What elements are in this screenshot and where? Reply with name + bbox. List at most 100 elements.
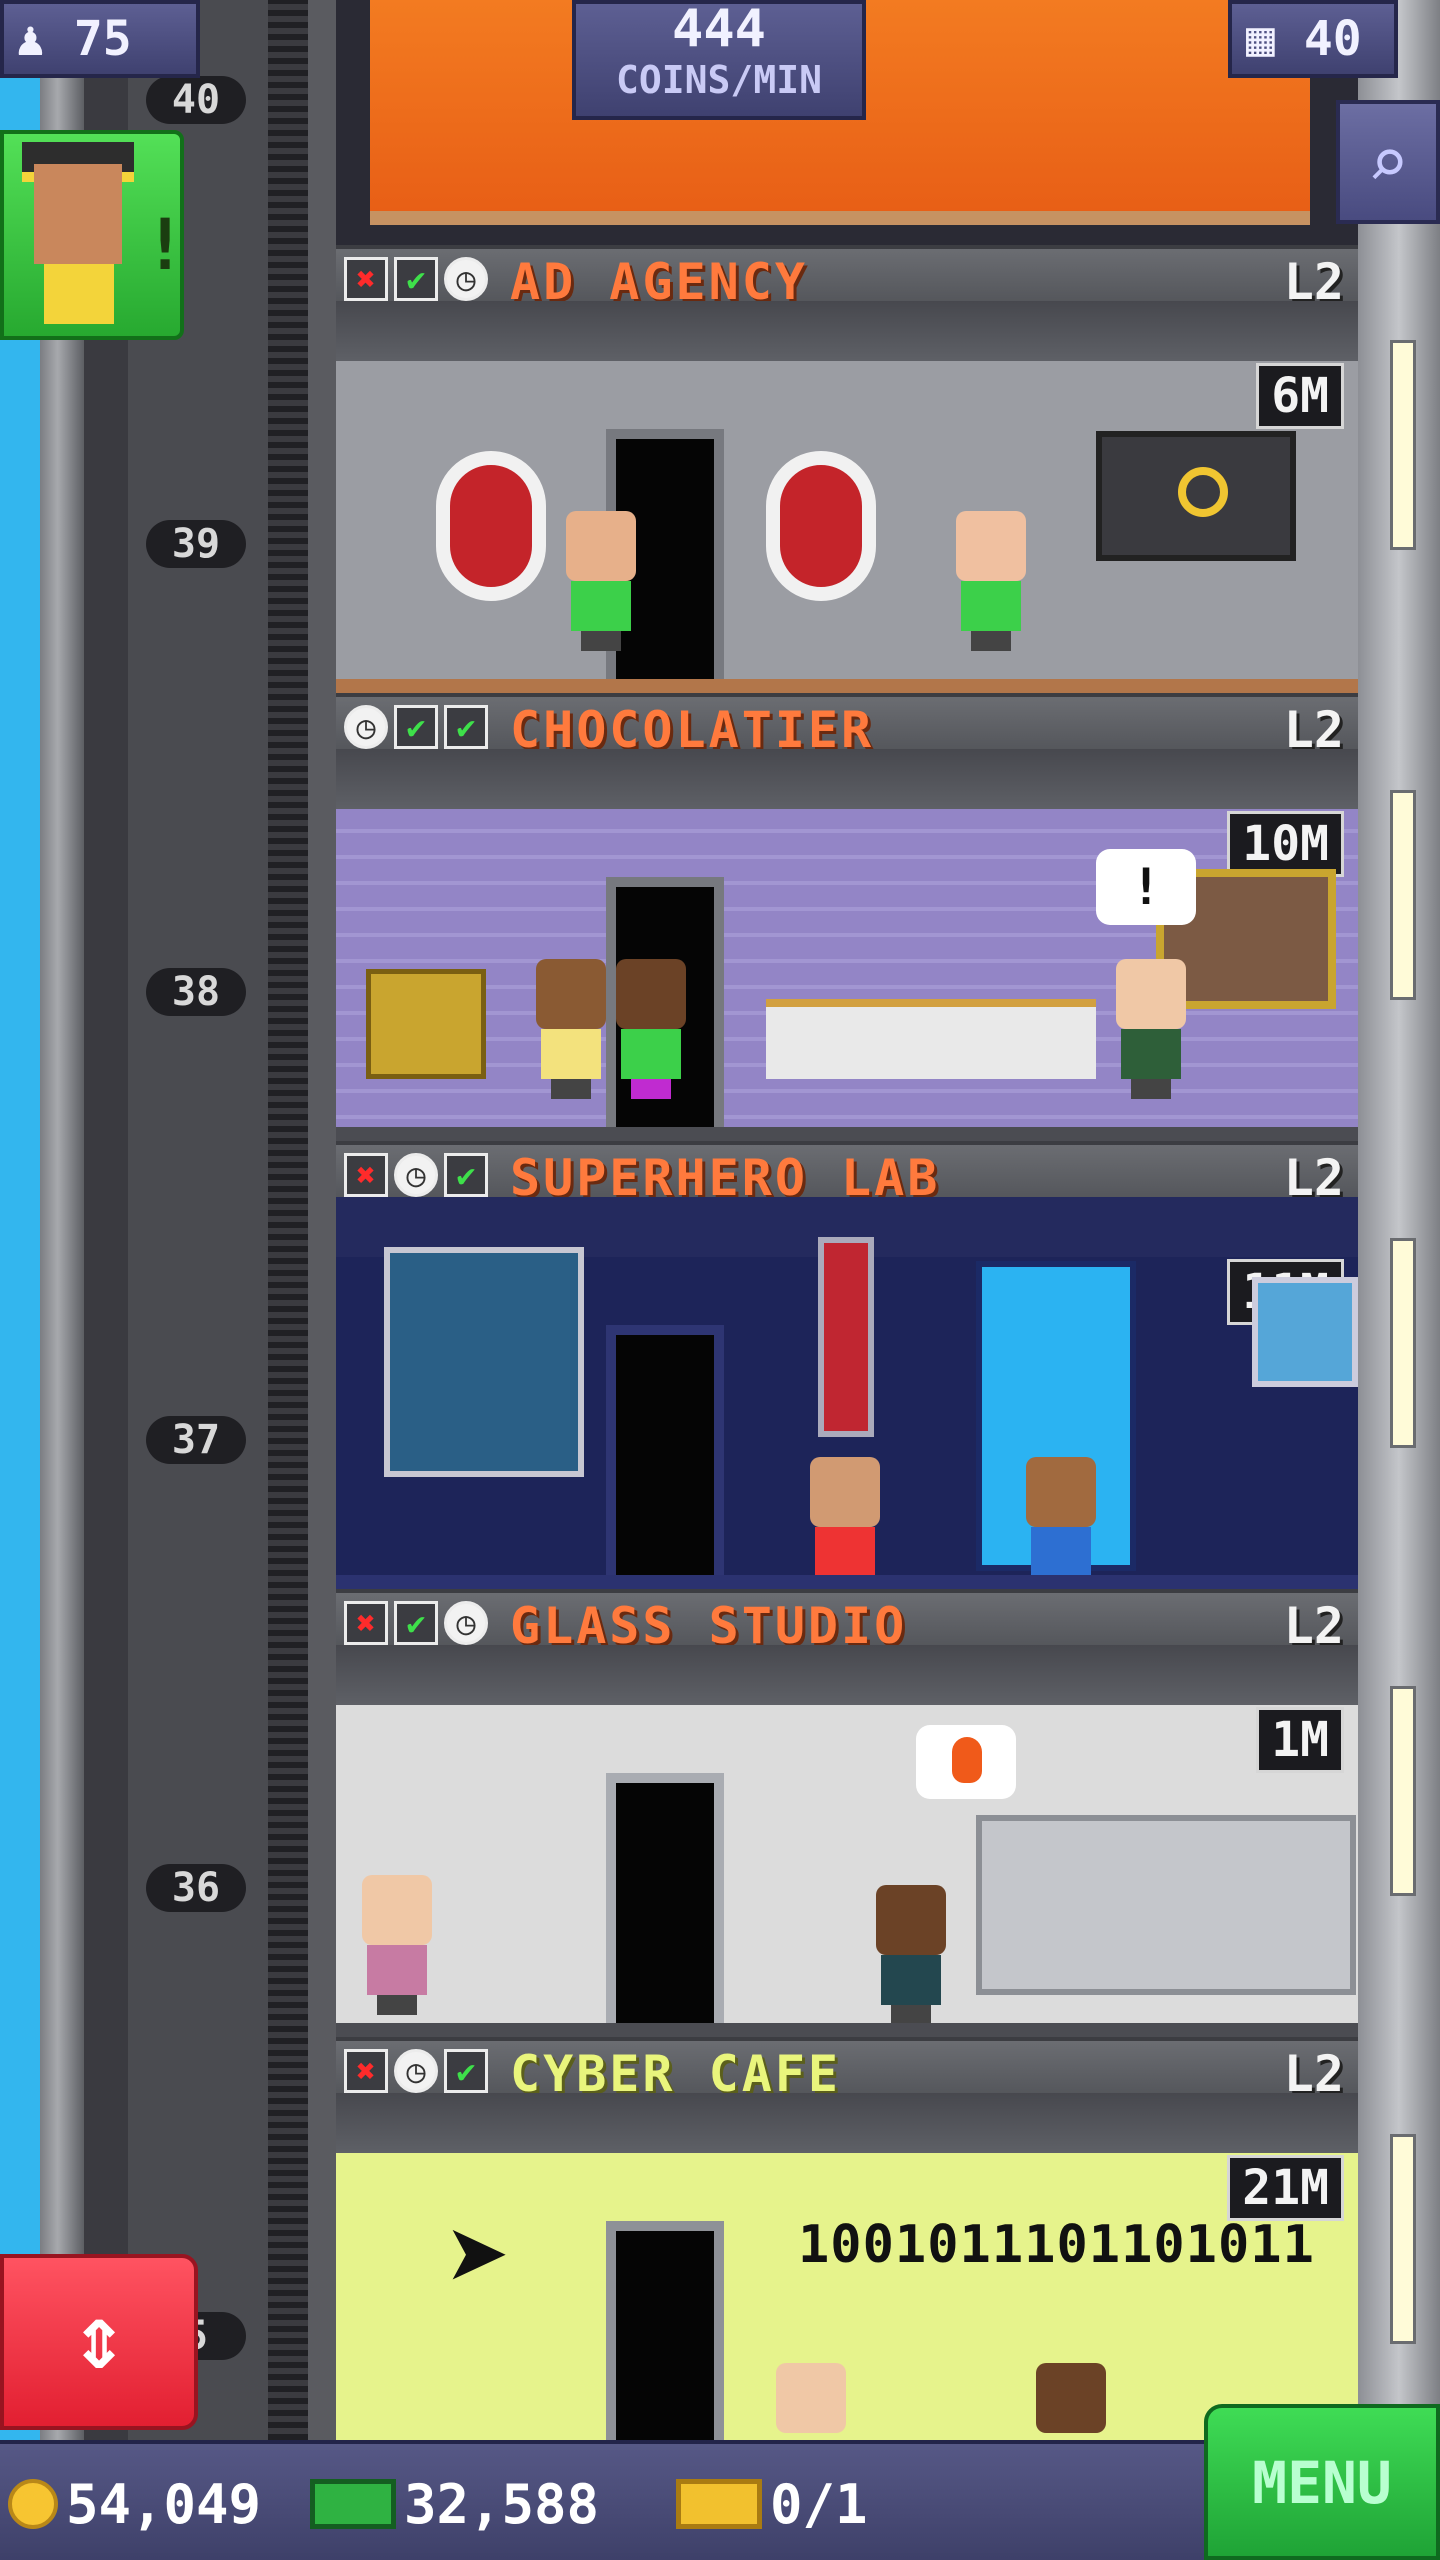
check-icon: ✔ bbox=[394, 257, 438, 301]
bitizen[interactable] bbox=[956, 511, 1026, 651]
floor-superhero-lab[interactable]: ✖ ◷ ✔ SUPERHERO LAB L2 11M bbox=[336, 1141, 1358, 1597]
exclamation-icon: ! bbox=[144, 204, 187, 286]
floor-base bbox=[336, 2023, 1358, 2037]
vase-icon bbox=[952, 1737, 982, 1783]
shaft-floor-number: 38 bbox=[146, 968, 246, 1016]
door bbox=[606, 1773, 724, 2023]
clock-icon: ◷ bbox=[444, 1601, 488, 1645]
floor-room[interactable]: 21M ➤ 1001011101101011 bbox=[336, 2093, 1358, 2471]
bitizen[interactable] bbox=[536, 959, 606, 1099]
clock-icon: ◷ bbox=[394, 2049, 438, 2093]
floor-money: 21M bbox=[1227, 2155, 1344, 2221]
floor-ad-agency[interactable]: ✖ ✔ ◷ AD AGENCY L2 6M bbox=[336, 245, 1358, 693]
egg-chair bbox=[436, 451, 546, 601]
floor-room[interactable]: 6M bbox=[336, 301, 1358, 693]
status-icons: ✖ ◷ ✔ bbox=[344, 2049, 488, 2093]
coins-per-min-value: 444 bbox=[672, 0, 766, 59]
building-icon: ▦ bbox=[1246, 11, 1275, 67]
coins-value: 54,049 bbox=[66, 2472, 262, 2536]
hologram-screen bbox=[384, 1247, 584, 1477]
floor-base bbox=[336, 1127, 1358, 1141]
check-icon: ✔ bbox=[394, 1601, 438, 1645]
magnifier-icon: ⌕ bbox=[1366, 122, 1410, 204]
bitizen[interactable] bbox=[1116, 959, 1186, 1099]
tickets-display[interactable]: 0/1 bbox=[676, 2466, 868, 2542]
elevator-car-track bbox=[128, 0, 268, 2440]
glass-shelves bbox=[976, 1815, 1356, 1995]
bitizen[interactable] bbox=[362, 1875, 432, 2015]
sky bbox=[0, 0, 40, 2440]
coins-per-min-panel[interactable]: 444 COINS/MIN bbox=[572, 0, 866, 120]
clock-icon: ◷ bbox=[344, 705, 388, 749]
coins-display[interactable]: 54,049 bbox=[8, 2466, 261, 2542]
shaft-floor-number: 39 bbox=[146, 520, 246, 568]
game-screen: { "hud": { "population": "75", "coins_pe… bbox=[0, 0, 1440, 2560]
search-button[interactable]: ⌕ bbox=[1336, 100, 1440, 224]
floor-header: ◷ ✔ ✔ CHOCOLATIER L2 bbox=[336, 693, 1358, 759]
ceiling bbox=[336, 2093, 1358, 2153]
door bbox=[606, 2221, 724, 2471]
x-icon: ✖ bbox=[344, 257, 388, 301]
check-icon: ✔ bbox=[394, 705, 438, 749]
window bbox=[1390, 790, 1416, 1000]
chocolate-pot bbox=[366, 969, 486, 1079]
bitizen-notification-button[interactable]: ! bbox=[0, 130, 187, 340]
tickets-value: 0/1 bbox=[770, 2472, 868, 2536]
floor-header: ✖ ✔ ◷ GLASS STUDIO L2 bbox=[336, 1589, 1358, 1655]
shaft-floor-number: 37 bbox=[146, 1416, 246, 1464]
floor-counter[interactable]: ▦ 40 bbox=[1228, 0, 1398, 78]
ticket-icon bbox=[676, 2479, 762, 2529]
window bbox=[1390, 1686, 1416, 1896]
world-map bbox=[1252, 1277, 1358, 1387]
bitizen[interactable] bbox=[566, 511, 636, 651]
check-icon: ✔ bbox=[444, 705, 488, 749]
bux-display[interactable]: 32,588 bbox=[310, 2466, 599, 2542]
bitizen[interactable] bbox=[776, 2363, 846, 2433]
cursor-icon: ➤ bbox=[446, 2193, 513, 2321]
door bbox=[606, 1325, 724, 1575]
bitizen[interactable] bbox=[1036, 2363, 1106, 2433]
floor-base bbox=[336, 679, 1358, 693]
floor-room[interactable]: 11M bbox=[336, 1197, 1358, 1597]
bitizen[interactable] bbox=[616, 959, 686, 1099]
floor-header: ✖ ◷ ✔ SUPERHERO LAB L2 bbox=[336, 1141, 1358, 1207]
alert-bubble[interactable]: ! bbox=[1096, 849, 1196, 925]
menu-button[interactable]: MENU bbox=[1204, 2404, 1440, 2560]
x-icon: ✖ bbox=[344, 1153, 388, 1197]
floor-base bbox=[336, 1575, 1358, 1589]
shaft-edge bbox=[308, 0, 336, 2440]
ceiling bbox=[336, 749, 1358, 809]
status-icons: ✖ ✔ ◷ bbox=[344, 1601, 488, 1645]
floor-chocolatier[interactable]: ◷ ✔ ✔ CHOCOLATIER L2 10M ! bbox=[336, 693, 1358, 1141]
floor-room[interactable]: 10M ! bbox=[336, 749, 1358, 1141]
check-icon: ✔ bbox=[444, 1153, 488, 1197]
status-icons: ◷ ✔ ✔ bbox=[344, 705, 488, 749]
floor-header: ✖ ◷ ✔ CYBER CAFE L2 bbox=[336, 2037, 1358, 2103]
floor-cyber-cafe[interactable]: ✖ ◷ ✔ CYBER CAFE L2 21M ➤ 10010111011010… bbox=[336, 2037, 1358, 2471]
bitizen-avatar bbox=[34, 164, 122, 264]
bitizen[interactable] bbox=[876, 1885, 946, 2025]
binary-wall-text: 1001011101101011 bbox=[798, 2215, 1315, 2275]
clock-icon: ◷ bbox=[444, 257, 488, 301]
bitizen-body bbox=[44, 264, 114, 324]
floor-header: ✖ ✔ ◷ AD AGENCY L2 bbox=[336, 245, 1358, 311]
population-counter[interactable]: ♟ 75 bbox=[0, 0, 200, 78]
x-icon: ✖ bbox=[344, 1601, 388, 1645]
floor-room[interactable]: 1M bbox=[336, 1645, 1358, 2037]
window bbox=[1390, 2134, 1416, 2344]
shaft-floor-number: 40 bbox=[146, 76, 246, 124]
up-down-arrows-icon: ⇕ bbox=[71, 2285, 127, 2390]
floor-money: 1M bbox=[1256, 1707, 1344, 1773]
floor-glass-studio[interactable]: ✖ ✔ ◷ GLASS STUDIO L2 1M bbox=[336, 1589, 1358, 2037]
bux-icon bbox=[310, 2479, 396, 2529]
ceiling bbox=[336, 1645, 1358, 1705]
check-icon: ✔ bbox=[444, 2049, 488, 2093]
elevator-button[interactable]: ⇕ bbox=[0, 2254, 198, 2430]
shaft-floor-number: 36 bbox=[146, 1864, 246, 1912]
coins-per-min-label: COINS/MIN bbox=[616, 58, 822, 102]
person-icon: ♟ bbox=[16, 11, 45, 67]
status-icons: ✖ ◷ ✔ bbox=[344, 1153, 488, 1197]
counter bbox=[766, 999, 1096, 1079]
floor-count-value: 40 bbox=[1303, 11, 1362, 67]
dna-tube bbox=[818, 1237, 874, 1437]
